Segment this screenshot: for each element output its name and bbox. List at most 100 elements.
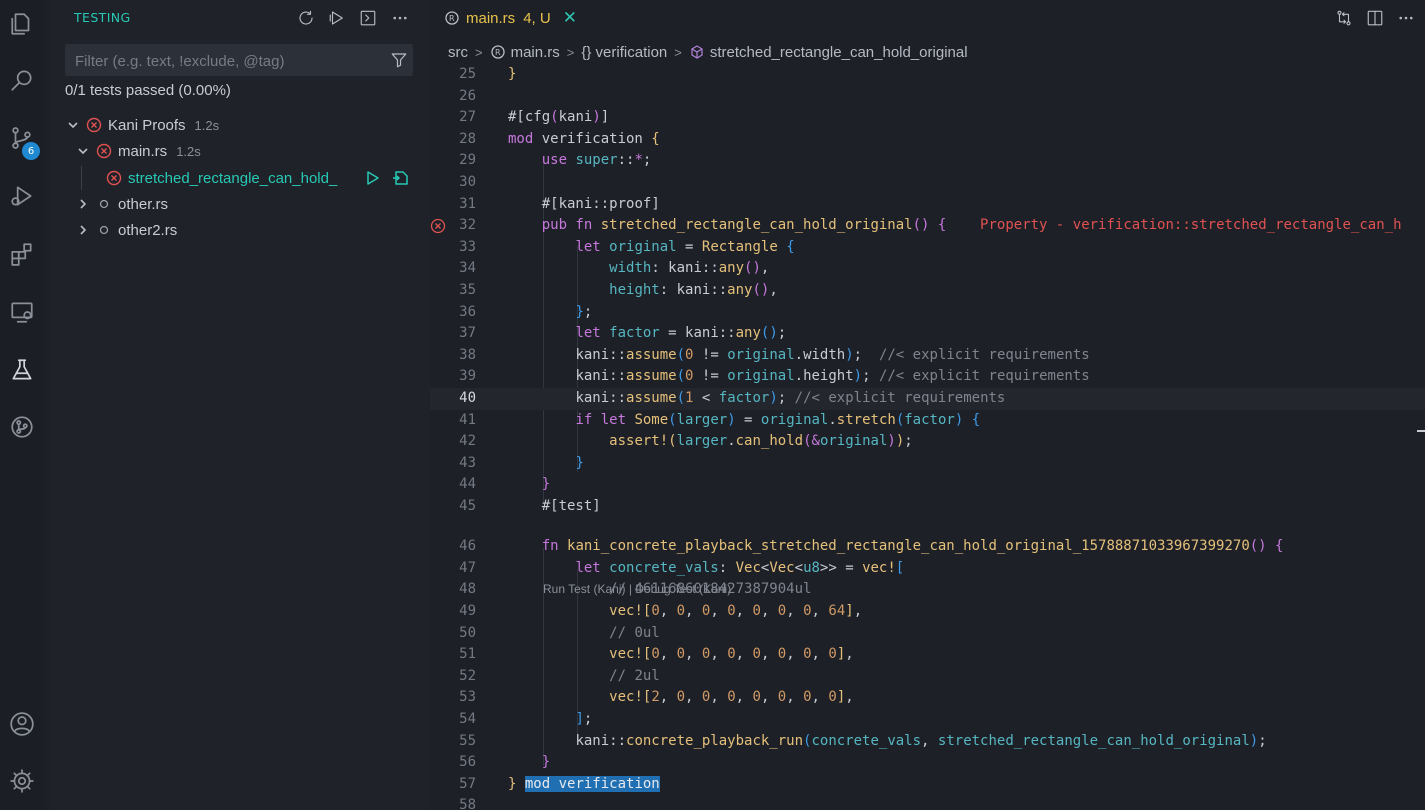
- line-number: 38: [459, 346, 476, 363]
- chevron-right-icon[interactable]: [76, 223, 90, 237]
- svg-text:R: R: [449, 14, 455, 23]
- code-line[interactable]: 34 width: kani::any(),: [430, 258, 1425, 280]
- code-text: vec![0, 0, 0, 0, 0, 0, 0, 64],: [609, 603, 863, 619]
- run-test-icon[interactable]: [363, 169, 381, 187]
- line-number: 50: [459, 624, 476, 641]
- chevron-right-icon: >: [566, 44, 575, 60]
- code-line[interactable]: 53 vec![2, 0, 0, 0, 0, 0, 0, 0],: [430, 687, 1425, 709]
- line-number: 45: [459, 498, 476, 514]
- code-line[interactable]: 46 fn kani_concrete_playback_stretched_r…: [430, 536, 1425, 558]
- code-line[interactable]: 56 }: [430, 752, 1425, 774]
- not-run-icon: [96, 222, 112, 238]
- code-line[interactable]: 31 #[kani::proof]: [430, 194, 1425, 216]
- code-line[interactable]: 47 let concrete_vals: Vec<Vec<u8>> = vec…: [430, 558, 1425, 580]
- line-number: 29: [459, 152, 476, 169]
- more-actions-icon[interactable]: [1395, 7, 1417, 29]
- code-line[interactable]: 38 kani::assume(0 != original.width); //…: [430, 345, 1425, 367]
- code-text: }: [541, 754, 551, 771]
- code-line[interactable]: 57} mod verification: [430, 774, 1425, 796]
- code-line[interactable]: 25}: [430, 64, 1425, 86]
- tree-item-kani-proofs[interactable]: Kani Proofs 1.2s: [50, 112, 446, 138]
- split-editor-icon[interactable]: [1364, 7, 1386, 29]
- code-line[interactable]: 50 // 0ul: [430, 623, 1425, 645]
- activity-bar: 6: [0, 0, 44, 810]
- git-graph-icon[interactable]: [6, 411, 38, 443]
- code-line[interactable]: 52 // 2ul: [430, 666, 1425, 688]
- code-line[interactable]: 48 // 4611686018427387904ul: [430, 579, 1425, 601]
- code-line[interactable]: 45 #[test]: [430, 496, 1425, 518]
- run-all-tests-icon[interactable]: [326, 7, 348, 29]
- show-output-icon[interactable]: [357, 7, 379, 29]
- code-line[interactable]: 42 assert!(larger.can_hold(&original));: [430, 431, 1425, 453]
- line-number: 33: [459, 238, 476, 255]
- line-number: 31: [459, 195, 476, 212]
- filter-icon[interactable]: [390, 51, 408, 69]
- code-text: }: [541, 476, 551, 493]
- line-number: 47: [459, 559, 476, 576]
- tree-item-other2-rs[interactable]: other2.rs: [50, 217, 456, 243]
- breadcrumb-item[interactable]: main.rs: [511, 44, 560, 61]
- code-line[interactable]: 54 ];: [430, 709, 1425, 731]
- code-line[interactable]: 32 pub fn stretched_rectangle_can_hold_o…: [430, 215, 1425, 237]
- code-line[interactable]: 29 use super::*;: [430, 150, 1425, 172]
- code-line[interactable]: 58: [430, 795, 1425, 810]
- breadcrumb-item[interactable]: stretched_rectangle_can_hold_original: [710, 44, 968, 61]
- more-actions-icon[interactable]: [389, 7, 411, 29]
- code-line[interactable]: 41 if let Some(larger) = original.stretc…: [430, 410, 1425, 432]
- tree-item-other-rs[interactable]: other.rs: [50, 191, 456, 217]
- code-text: } mod verification: [508, 775, 660, 792]
- code-text: let concrete_vals: Vec<Vec<u8>> = vec![: [575, 559, 905, 576]
- line-number: 53: [459, 689, 476, 706]
- run-debug-icon[interactable]: [6, 180, 38, 212]
- explorer-icon[interactable]: [6, 8, 38, 40]
- code-line[interactable]: 30: [430, 172, 1425, 194]
- code-line[interactable]: 43 }: [430, 453, 1425, 475]
- code-text: fn kani_concrete_playback_stretched_rect…: [541, 538, 1284, 555]
- tree-item-label: stretched_rectangle_can_hold_: [128, 169, 338, 187]
- chevron-right-icon[interactable]: [76, 197, 90, 211]
- code-line[interactable]: 33 let original = Rectangle {: [430, 237, 1425, 259]
- code-line[interactable]: 27 #[cfg(kani)]: [430, 107, 1425, 129]
- code-line[interactable]: 49 vec![0, 0, 0, 0, 0, 0, 0, 64],: [430, 601, 1425, 623]
- tree-item-label: other2.rs: [118, 221, 178, 239]
- code-text: height: kani::any(),: [609, 282, 778, 298]
- tab-bar: R main.rs 4, U ✕: [430, 0, 1425, 36]
- chevron-down-icon[interactable]: [66, 118, 80, 132]
- refresh-icon[interactable]: [295, 7, 317, 29]
- code-line[interactable]: 55 kani::concrete_playback_run(concrete_…: [430, 731, 1425, 753]
- code-line[interactable]: 40 kani::assume(1 < factor); //< explici…: [430, 388, 1425, 410]
- close-icon[interactable]: ✕: [563, 8, 577, 28]
- code-line[interactable]: 37 let factor = kani::any();: [430, 323, 1425, 345]
- go-to-test-icon[interactable]: [392, 169, 410, 187]
- tab-main-rs[interactable]: R main.rs 4, U ✕: [444, 0, 577, 36]
- line-number: 27: [459, 109, 476, 126]
- chevron-down-icon[interactable]: [76, 144, 90, 158]
- test-filter-input[interactable]: [73, 44, 377, 78]
- code-line[interactable]: 36 };: [430, 302, 1425, 324]
- tree-item-label: Kani Proofs: [108, 116, 186, 134]
- line-number: 43: [459, 454, 476, 471]
- code-line[interactable]: 39 kani::assume(0 != original.height); /…: [430, 366, 1425, 388]
- code-line[interactable]: 51 vec![0, 0, 0, 0, 0, 0, 0, 0],: [430, 644, 1425, 666]
- settings-gear-icon[interactable]: [6, 765, 38, 797]
- code-text: // 2ul: [609, 667, 660, 684]
- code-line[interactable]: 35 height: kani::any(),: [430, 280, 1425, 302]
- test-summary: 0/1 tests passed (0.00%): [65, 82, 231, 99]
- account-icon[interactable]: [6, 708, 38, 740]
- code-area[interactable]: Run Test (Kani) | Debug Test (Kani) 25} 2…: [430, 63, 1425, 810]
- code-line[interactable]: 28 mod verification {: [430, 129, 1425, 151]
- tree-item-label: other.rs: [118, 195, 169, 213]
- breadcrumb-item[interactable]: src: [448, 44, 468, 61]
- source-control-badge: 6: [22, 142, 40, 160]
- search-icon[interactable]: [6, 64, 38, 96]
- testing-icon[interactable]: [6, 354, 38, 386]
- breadcrumb-item[interactable]: {} verification: [581, 44, 667, 61]
- extensions-icon[interactable]: [6, 238, 38, 270]
- tree-item-main-rs[interactable]: main.rs 1.2s: [50, 138, 456, 164]
- code-line[interactable]: 26: [430, 86, 1425, 108]
- tab-label: main.rs: [466, 9, 516, 27]
- testing-sidebar: TESTING 0/1 tests passed (0.00%) Kani Pr…: [50, 0, 430, 810]
- code-line[interactable]: 44 }: [430, 474, 1425, 496]
- open-changes-icon[interactable]: [1333, 7, 1355, 29]
- remote-explorer-icon[interactable]: [6, 296, 38, 328]
